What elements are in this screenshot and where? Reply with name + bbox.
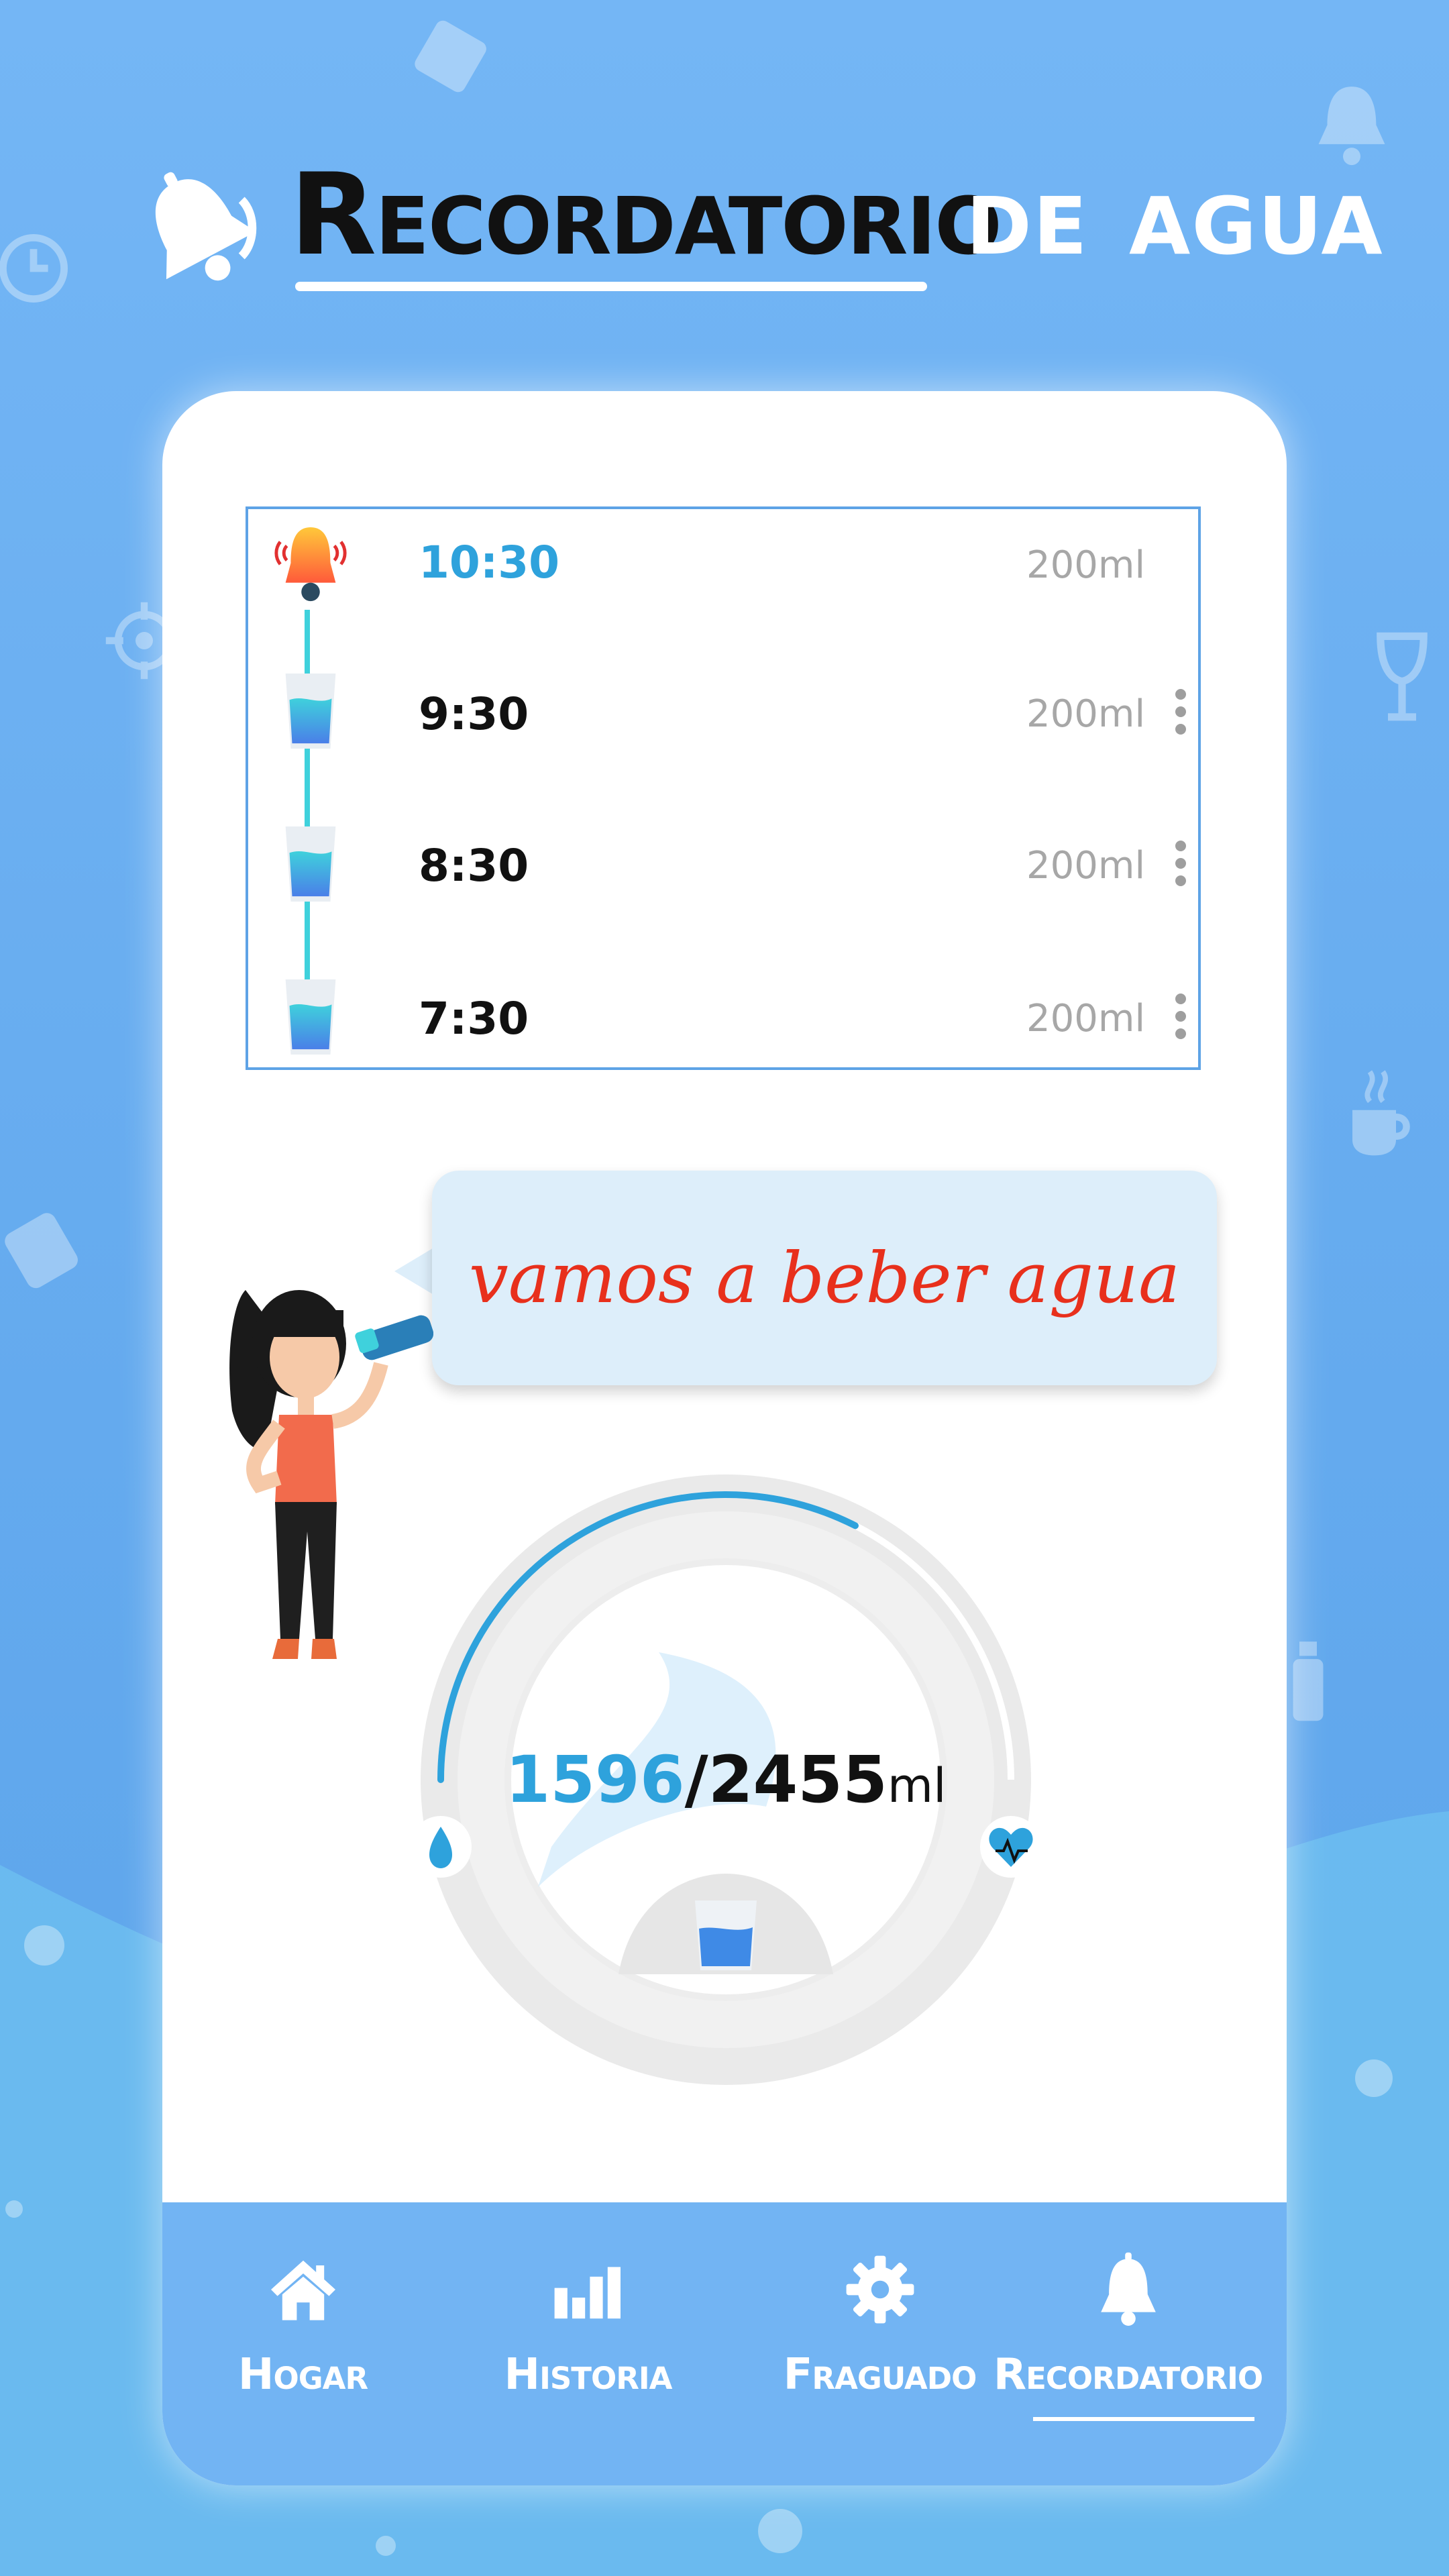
nav-label: Recordatorio — [993, 2350, 1263, 2400]
daily-goal: 2455 — [708, 1742, 888, 1817]
bubble-decoration — [758, 2509, 802, 2553]
alarm-bell-icon — [274, 527, 347, 602]
active-tab-indicator — [1033, 2417, 1254, 2421]
coffee-cup-icon — [1352, 1070, 1410, 1156]
nav-item-historia[interactable]: Historia — [447, 2249, 729, 2451]
water-glass-icon — [285, 673, 336, 749]
nav-item-recordatorio[interactable]: Recordatorio — [987, 2249, 1269, 2451]
more-options-icon[interactable] — [1174, 837, 1187, 890]
wine-glass-icon — [1377, 632, 1428, 721]
current-intake: 1596 — [505, 1742, 685, 1817]
more-options-icon[interactable] — [1174, 989, 1187, 1043]
speech-bubble: vamos a beber agua — [432, 1171, 1217, 1385]
reminder-amount: 200ml — [1026, 692, 1145, 736]
speech-text: vamos a beber agua — [468, 1237, 1181, 1319]
bell-icon — [155, 172, 257, 281]
phone-screen: 10:30 200ml 9:30 200ml 8:30 200ml 7:30 2… — [162, 391, 1287, 2485]
intake-unit: ml — [887, 1758, 947, 1813]
page-header: Recordatorio de agua — [0, 144, 1449, 305]
nav-label: Fraguado — [783, 2350, 977, 2400]
bubble-decoration — [376, 2536, 396, 2556]
nav-item-hogar[interactable]: Hogar — [162, 2249, 443, 2451]
progress-separator: / — [684, 1742, 708, 1817]
water-progress-gauge: 1596/2455ml — [417, 1471, 1034, 2088]
reminder-time: 10:30 — [419, 537, 560, 588]
bell-icon — [1100, 2252, 1156, 2326]
reminder-amount: 200ml — [1026, 543, 1145, 587]
reminder-amount: 200ml — [1026, 997, 1145, 1040]
bubble-decoration — [5, 2200, 23, 2218]
drinking-girl-illustration — [229, 1290, 433, 1659]
page-subtitle: de agua — [966, 149, 1384, 280]
scale-icon — [5, 1213, 78, 1289]
reminder-row[interactable]: 10:30 200ml — [248, 509, 1198, 661]
reminder-time: 8:30 — [419, 840, 529, 892]
reminder-time: 9:30 — [419, 688, 529, 740]
home-icon — [270, 2260, 335, 2320]
chart-decoration-icon — [415, 20, 486, 93]
nav-label: Hogar — [237, 2350, 368, 2400]
page-title: Recordatorio — [290, 149, 1002, 280]
bubble-decoration — [24, 1925, 64, 1966]
bar-chart-icon — [554, 2267, 621, 2319]
water-glass-icon — [285, 979, 336, 1055]
nav-item-fraguado[interactable]: Fraguado — [739, 2249, 1020, 2451]
water-glass-icon — [285, 826, 336, 902]
bottom-navigation: Hogar Historia Fraguado Recordatorio — [162, 2202, 1287, 2485]
nav-label: Historia — [504, 2350, 673, 2400]
reminder-row[interactable]: 8:30 200ml — [248, 814, 1198, 965]
reminder-row[interactable]: 9:30 200ml — [248, 661, 1198, 812]
reminder-time: 7:30 — [419, 993, 529, 1044]
reminder-list: 10:30 200ml 9:30 200ml 8:30 200ml 7:30 2… — [246, 506, 1201, 1070]
bubble-decoration — [1355, 2059, 1393, 2097]
reminder-row[interactable]: 7:30 200ml — [248, 967, 1198, 1118]
reminder-amount: 200ml — [1026, 844, 1145, 888]
more-options-icon[interactable] — [1174, 685, 1187, 739]
title-underline — [295, 282, 927, 291]
gear-icon — [846, 2255, 914, 2324]
bottle-icon — [1293, 1642, 1324, 1721]
progress-readout: 1596/2455ml — [417, 1471, 1034, 2088]
